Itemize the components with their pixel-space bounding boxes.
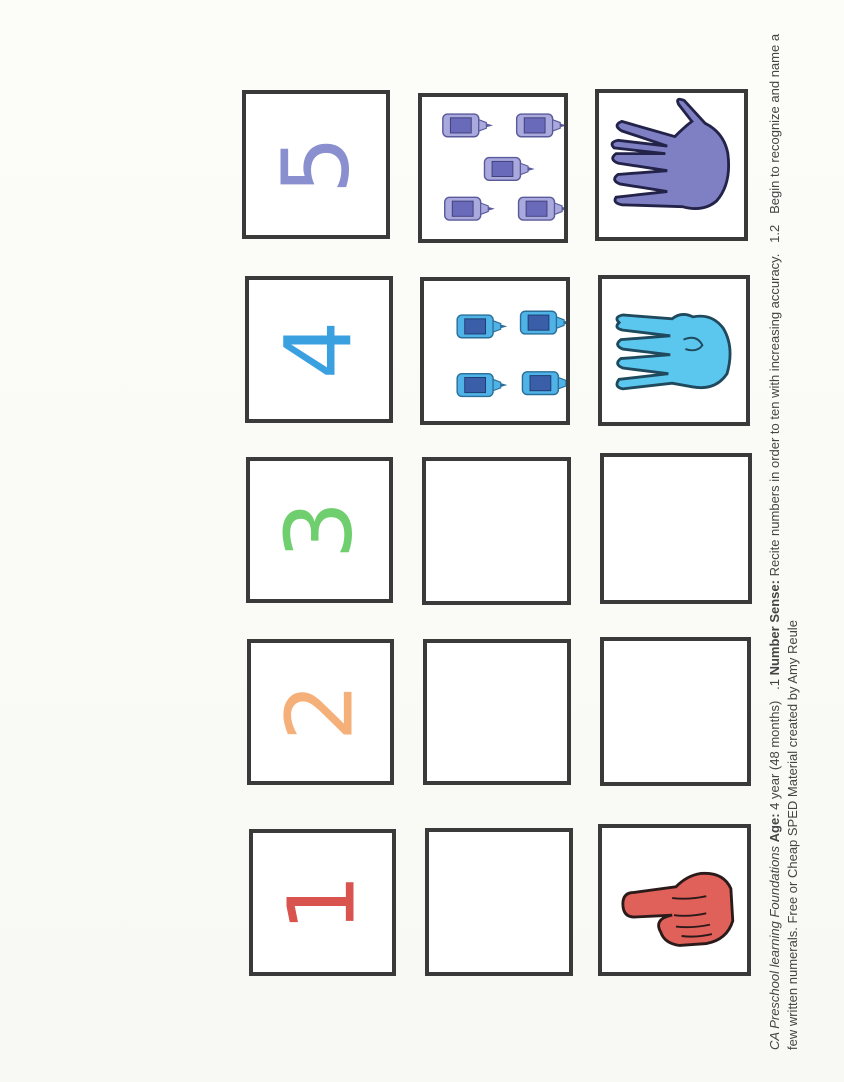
numeral-cell-4: 4 (245, 276, 393, 423)
age-value: 4 year (48 months) (767, 700, 782, 810)
numeral-cell-5: 5 (242, 90, 390, 239)
standard-text: Recite numbers in order to ten with incr… (767, 253, 782, 577)
caption-line-1: CA Preschool learning Foundations Age: 4… (766, 25, 802, 1050)
numeral-cell-2: 2 (247, 639, 394, 785)
counter-cell-4 (420, 277, 570, 425)
glue-bottle-icon (517, 196, 564, 221)
numeral-cell-1: 1 (249, 829, 396, 976)
numeral-1: 1 (268, 873, 376, 932)
hand-cell-1 (598, 824, 751, 976)
numeral-cell-3: 3 (246, 457, 393, 603)
sub-number: 1.2 (767, 224, 782, 243)
numeral-5: 5 (261, 135, 369, 194)
counter-cell-3 (422, 457, 571, 605)
counter-cell-1 (425, 828, 573, 976)
credit-text: Free or Cheap SPED Material created by A… (785, 620, 800, 924)
hand-cell-3 (600, 453, 752, 604)
hand-cell-4 (598, 275, 750, 426)
glue-bottle-group-5 (442, 113, 564, 221)
standards-caption: CA Preschool learning Foundations Age: 4… (766, 25, 810, 1050)
section-number: .1 (767, 679, 782, 690)
program-name: CA Preschool learning Foundations (767, 845, 782, 1050)
glue-bottle-icon (444, 196, 495, 221)
strand-label: Number Sense: (767, 580, 782, 676)
four-fingers-hand-icon (615, 313, 732, 391)
glue-bottle-icon (521, 371, 566, 396)
open-hand-icon (610, 97, 730, 210)
glue-bottle-group-4 (456, 310, 566, 398)
numeral-4: 4 (264, 320, 372, 379)
counter-cell-5 (418, 93, 568, 243)
pointing-finger-icon (621, 871, 735, 947)
counter-cell-2 (423, 639, 571, 785)
numeral-2: 2 (266, 682, 374, 742)
glue-bottle-icon (483, 156, 535, 182)
glue-bottle-icon (442, 113, 493, 138)
hand-cell-2 (600, 637, 751, 786)
numeral-3: 3 (265, 500, 373, 560)
glue-bottle-icon (456, 372, 508, 398)
glue-bottle-icon (519, 310, 566, 335)
glue-bottle-icon (456, 314, 508, 339)
hand-cell-5 (595, 89, 748, 241)
worksheet-page: 1 2 3 4 5 CA Preschool learning Foundati… (0, 0, 844, 1082)
age-label: Age: (767, 813, 782, 843)
glue-bottle-icon (515, 113, 564, 138)
